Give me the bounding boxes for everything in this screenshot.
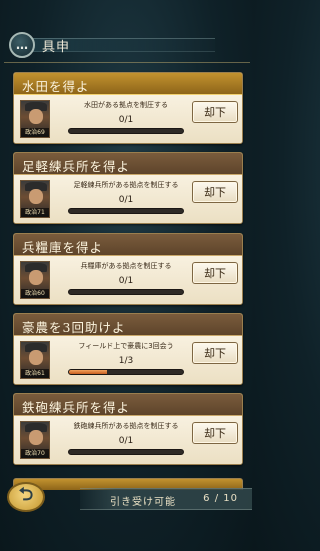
mission-card[interactable]: 豪農を3回助けよ 政治61 フィールド上で豪農に3回会う 1/3 却下 (13, 313, 243, 385)
mission-progress-count: 1/3 (118, 356, 134, 366)
mission-title: 兵糧庫を得よ (22, 240, 104, 255)
reject-button[interactable]: 却下 (192, 422, 238, 444)
mission-description: フィールド上で豪農に3回会う (78, 342, 174, 350)
mission-progress-bar (68, 289, 184, 295)
mission-description: 水田がある拠点を制圧する (84, 101, 168, 109)
officer-portrait: 政治71 (20, 180, 50, 218)
accept-count: 6 / 10 (203, 493, 238, 504)
mission-body: 政治60 兵糧庫がある拠点を制圧する 0/1 却下 (14, 256, 242, 304)
mission-description: 兵糧庫がある拠点を制圧する (80, 262, 172, 270)
mission-progress-fill (69, 370, 107, 374)
mission-title-bar: 水田を得よ (14, 73, 242, 95)
reject-button[interactable]: 却下 (192, 262, 238, 284)
face-shape (29, 270, 43, 285)
mission-title: 水田を得よ (22, 79, 90, 94)
mission-progress-bar (68, 369, 184, 375)
mission-body: 政治71 足軽練兵所がある拠点を制圧する 0/1 却下 (14, 175, 242, 223)
back-button[interactable]: ⮌ (7, 482, 45, 512)
mission-progress-count: 0/1 (118, 436, 134, 446)
mission-body: 政治69 水田がある拠点を制圧する 0/1 却下 (14, 95, 242, 143)
reject-button[interactable]: 却下 (192, 181, 238, 203)
mission-title: 豪農を3回助けよ (22, 320, 126, 335)
mission-card[interactable]: 鉄砲練兵所を得よ 政治70 鉄砲練兵所がある拠点を制圧する 0/1 却下 (13, 393, 243, 465)
mission-title-bar: 足軽練兵所を得よ (14, 153, 242, 175)
footer: 引き受け可能 6 / 10 ⮌ (0, 482, 254, 512)
officer-stat: 政治60 (21, 289, 49, 298)
mission-body: 政治70 鉄砲練兵所がある拠点を制圧する 0/1 却下 (14, 416, 242, 464)
face-shape (29, 430, 43, 445)
mission-card[interactable]: 兵糧庫を得よ 政治60 兵糧庫がある拠点を制圧する 0/1 却下 (13, 233, 243, 305)
mission-description: 足軽練兵所がある拠点を制圧する (73, 181, 179, 189)
reject-button[interactable]: 却下 (192, 101, 238, 123)
officer-portrait: 政治60 (20, 261, 50, 299)
officer-stat: 政治61 (21, 369, 49, 378)
reject-button[interactable]: 却下 (192, 342, 238, 364)
face-shape (29, 350, 43, 365)
mission-title-bar: 鉄砲練兵所を得よ (14, 394, 242, 416)
mission-title-bar: 豪農を3回助けよ (14, 314, 242, 336)
mission-progress-count: 0/1 (118, 195, 134, 205)
mission-progress-count: 0/1 (118, 276, 134, 286)
header: … 具申 (0, 30, 254, 58)
officer-portrait: 政治70 (20, 421, 50, 459)
accept-label: 引き受け可能 (110, 497, 176, 508)
mission-progress-bar (68, 449, 184, 455)
officer-portrait: 政治61 (20, 341, 50, 379)
page-title: 具申 (42, 40, 71, 55)
mission-title: 鉄砲練兵所を得よ (22, 400, 131, 415)
mission-progress-bar (68, 208, 184, 214)
officer-stat: 政治71 (21, 208, 49, 217)
mission-card[interactable]: 水田を得よ 政治69 水田がある拠点を制圧する 0/1 却下 (13, 72, 243, 144)
face-shape (29, 189, 43, 204)
officer-stat: 政治69 (21, 128, 49, 137)
speech-bubble-icon: … (9, 32, 35, 58)
back-arrow-icon: ⮌ (18, 484, 34, 505)
mission-progress-count: 0/1 (118, 115, 134, 125)
face-shape (29, 109, 43, 124)
mission-title-bar: 兵糧庫を得よ (14, 234, 242, 256)
mission-title: 足軽練兵所を得よ (22, 159, 131, 174)
officer-stat: 政治70 (21, 449, 49, 458)
mission-body: 政治61 フィールド上で豪農に3回会う 1/3 却下 (14, 336, 242, 384)
mission-progress-bar (68, 128, 184, 134)
mission-description: 鉄砲練兵所がある拠点を制圧する (73, 422, 179, 430)
mission-card[interactable]: 足軽練兵所を得よ 政治71 足軽練兵所がある拠点を制圧する 0/1 却下 (13, 152, 243, 224)
accept-count-panel: 引き受け可能 6 / 10 (80, 488, 252, 510)
officer-portrait: 政治69 (20, 100, 50, 138)
